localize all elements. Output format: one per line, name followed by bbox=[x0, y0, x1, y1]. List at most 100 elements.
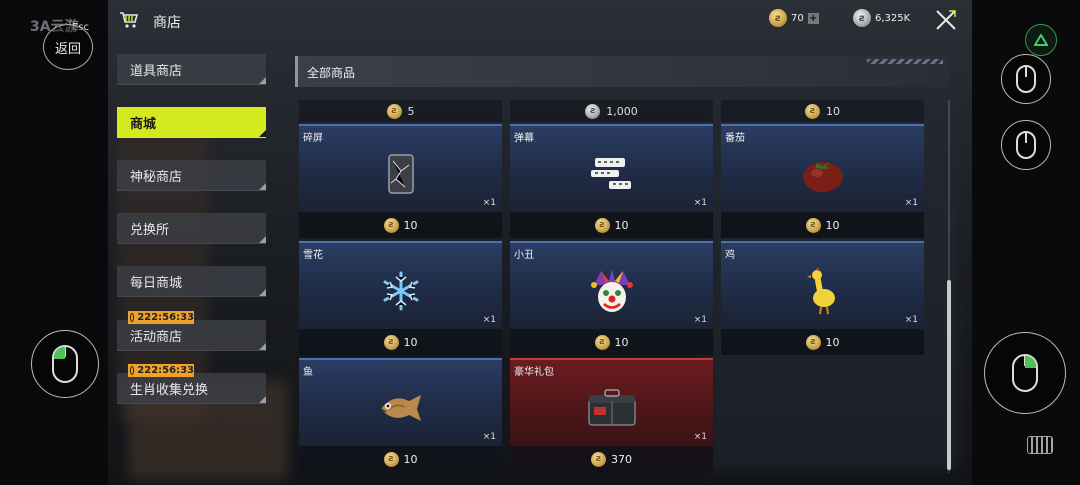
price-value: 10 bbox=[403, 452, 418, 466]
price-row: ƨ 10 bbox=[721, 100, 924, 122]
gold-coin-icon: ƨ bbox=[383, 334, 399, 350]
gold-coin-icon: ƨ bbox=[591, 451, 606, 467]
close-icon[interactable] bbox=[935, 9, 957, 31]
item-card-snowflake[interactable]: 雪花 ×1 ƨ 10 bbox=[299, 241, 502, 355]
menu-item-label: 商城 bbox=[130, 116, 157, 132]
fish-icon bbox=[366, 374, 436, 442]
gold-amount: 70 bbox=[791, 12, 804, 24]
silver-balance: ƨ 6,325K bbox=[853, 9, 910, 27]
item-name: 鸡 bbox=[725, 250, 735, 261]
item-price: ƨ 10 bbox=[721, 212, 924, 238]
item-price: ƨ 10 bbox=[510, 329, 713, 355]
item-price: ƨ 10 bbox=[510, 212, 713, 238]
clock-icon bbox=[130, 366, 135, 375]
tomato-icon bbox=[788, 140, 858, 208]
price-value: 10 bbox=[403, 335, 418, 349]
item-card-fish[interactable]: 鱼 ×1 ƨ 10 bbox=[299, 358, 502, 472]
item-name: 雪花 bbox=[303, 250, 323, 261]
gold-coin-icon: ƨ bbox=[805, 103, 820, 119]
price-value: 10 bbox=[826, 104, 840, 118]
item-name: 弹幕 bbox=[514, 133, 534, 144]
menu-item-zodiac-exchange[interactable]: 生肖收集兑换 bbox=[117, 373, 266, 404]
mouse-icon bbox=[1016, 131, 1036, 159]
silver-coin-icon: ƨ bbox=[585, 103, 601, 119]
item-card-deluxe-gift-pack[interactable]: 豪华礼包 ×1 ƨ 370 bbox=[510, 358, 713, 472]
item-name: 鱼 bbox=[303, 367, 313, 378]
menu-item-label: 道具商店 bbox=[130, 63, 183, 79]
gold-coin-icon: ƨ bbox=[769, 9, 787, 27]
item-quantity: ×1 bbox=[904, 315, 918, 325]
mouse-icon bbox=[1016, 65, 1036, 93]
clock-icon bbox=[130, 313, 135, 322]
item-price: ƨ 10 bbox=[299, 329, 502, 355]
menu-item-label: 兑换所 bbox=[130, 222, 170, 238]
menu-item-exchange[interactable]: 兑换所 bbox=[117, 213, 266, 244]
timer-text: 222:56:33 bbox=[137, 365, 194, 376]
item-card-cracked-screen[interactable]: 碎屏 ×1 ƨ 10 bbox=[299, 124, 502, 238]
bullet-comments-icon bbox=[577, 140, 647, 208]
menu-item-mall[interactable]: 商城 bbox=[117, 107, 266, 138]
assist-button[interactable] bbox=[1025, 24, 1057, 56]
item-quantity: ×1 bbox=[693, 198, 707, 208]
zodiac-timer-badge: 222:56:33 bbox=[128, 364, 194, 377]
chicken-icon bbox=[788, 257, 858, 325]
price-value: 5 bbox=[407, 104, 415, 118]
item-card-bullet-comments[interactable]: 弹幕 ×1 ƨ 10 bbox=[510, 124, 713, 238]
item-price: ƨ 10 bbox=[721, 329, 924, 355]
item-quantity: ×1 bbox=[482, 315, 496, 325]
menu-item-mystery-shop[interactable]: 神秘商店 bbox=[117, 160, 266, 191]
item-quantity: ×1 bbox=[693, 432, 707, 442]
silver-amount: 6,325K bbox=[875, 12, 911, 24]
back-label: 返回 bbox=[54, 41, 81, 57]
item-name: 小丑 bbox=[514, 250, 534, 261]
gold-coin-icon: ƨ bbox=[805, 334, 821, 350]
gold-coin-icon: ƨ bbox=[383, 451, 399, 467]
triangle-up-icon bbox=[1034, 34, 1048, 46]
item-card-chicken[interactable]: 鸡 ×1 ƨ 10 bbox=[721, 241, 924, 355]
item-quantity: ×1 bbox=[482, 198, 496, 208]
menu-item-label: 活动商店 bbox=[130, 329, 183, 345]
keyboard-icon[interactable] bbox=[1027, 436, 1053, 454]
price-value: 10 bbox=[825, 218, 840, 232]
price-value: 10 bbox=[614, 218, 629, 232]
item-card-tomato[interactable]: 番茄 ×1 ƨ 10 bbox=[721, 124, 924, 238]
mouse-wheel-up-control[interactable] bbox=[1001, 54, 1051, 104]
gift-box-icon bbox=[577, 374, 647, 442]
gold-coin-icon: ƨ bbox=[383, 217, 399, 233]
clown-icon bbox=[577, 257, 647, 325]
scrollbar-thumb[interactable] bbox=[947, 280, 951, 470]
item-quantity: ×1 bbox=[693, 315, 707, 325]
price-value: 10 bbox=[825, 335, 840, 349]
item-quantity: ×1 bbox=[482, 432, 496, 442]
price-row: ƨ5 bbox=[299, 100, 502, 122]
item-price: ƨ 370 bbox=[510, 446, 713, 472]
left-mouse-control[interactable] bbox=[31, 330, 99, 398]
header-decoration bbox=[867, 59, 943, 64]
cracked-screen-icon bbox=[366, 140, 436, 208]
add-gold-button[interactable]: + bbox=[807, 12, 819, 24]
silver-coin-icon: ƨ bbox=[853, 9, 871, 27]
item-name: 碎屏 bbox=[303, 133, 323, 144]
price-value: 370 bbox=[611, 452, 632, 466]
price-row: ƨ 1,000 bbox=[510, 100, 713, 122]
menu-item-event-shop[interactable]: 活动商店 bbox=[117, 320, 266, 351]
gold-coin-icon: ƨ bbox=[805, 217, 821, 233]
back-button[interactable]: 返回 bbox=[43, 24, 93, 70]
event-timer-badge: 222:56:33 bbox=[128, 311, 194, 324]
item-card-clown[interactable]: 小丑 ×1 ƨ 10 bbox=[510, 241, 713, 355]
snowflake-icon bbox=[366, 257, 436, 325]
item-name: 番茄 bbox=[725, 133, 745, 144]
mouse-wheel-down-control[interactable] bbox=[1001, 120, 1051, 170]
gold-coin-icon: ƨ bbox=[594, 334, 610, 350]
panel-header: 全部商品 bbox=[295, 56, 949, 87]
menu-item-prop-shop[interactable]: 道具商店 bbox=[117, 54, 266, 85]
right-mouse-control[interactable] bbox=[984, 332, 1066, 414]
price-value: 10 bbox=[403, 218, 418, 232]
cart-icon bbox=[120, 12, 139, 28]
menu-item-daily-mall[interactable]: 每日商城 bbox=[117, 266, 266, 297]
left-letterbox bbox=[0, 0, 108, 485]
item-name: 豪华礼包 bbox=[514, 367, 554, 378]
item-quantity: ×1 bbox=[904, 198, 918, 208]
price-value: 1,000 bbox=[606, 104, 638, 118]
menu-item-label: 神秘商店 bbox=[130, 169, 183, 185]
